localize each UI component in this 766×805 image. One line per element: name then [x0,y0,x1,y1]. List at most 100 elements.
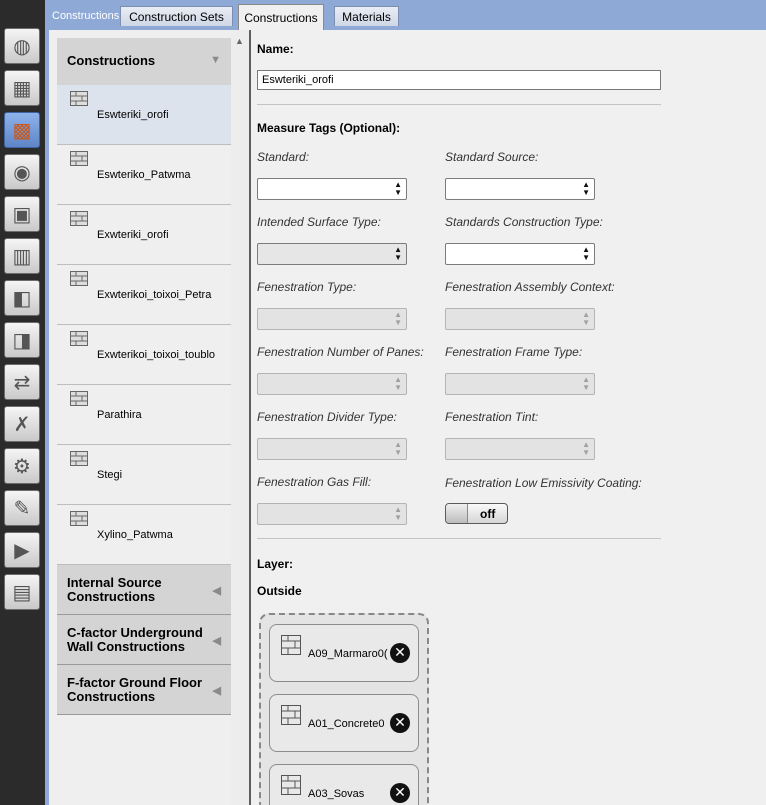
group-header-c-factor[interactable]: C-factor Underground Wall Constructions … [57,615,231,665]
fenestration-gas-fill-label: Fenestration Gas Fill: [257,475,372,489]
scroll-up-icon[interactable]: ▲ [235,36,244,46]
fenestration-divider-type-label: Fenestration Divider Type: [257,410,397,424]
material-icon [281,635,301,655]
fenestration-number-of-panes-label: Fenestration Number of Panes: [257,345,424,359]
construction-icon [70,91,88,106]
measure-tags-label: Measure Tags (Optional): [257,121,401,135]
globe-icon[interactable]: ◍ [4,28,40,64]
variables-icon[interactable]: ✗ [4,406,40,442]
standards-construction-type-label: Standards Construction Type: [445,215,603,229]
layer-label: Layer: [257,557,294,571]
chevron-left-icon[interactable]: ◀ [213,634,221,647]
group-header-label: Constructions [67,53,156,68]
header-title: Constructions [52,10,120,22]
tab-materials[interactable]: Materials [334,6,399,26]
divider [257,538,661,539]
list-item-label: Exwteriki_orofi [97,229,169,241]
toggle-knob [446,504,468,523]
fenestration-divider-type-combo: ▲ ▼ [257,438,407,460]
construction-icon [70,271,88,286]
thermal-zones-icon[interactable]: ◨ [4,322,40,358]
list-item[interactable]: Exwterikoi_toixoi_toublo [57,325,231,385]
list-item[interactable]: Stegi [57,445,231,505]
layer-card[interactable]: A01_Concrete0 ✕ [269,694,419,752]
layers-drop-zone[interactable]: A09_Marmaro0( ✕ A01_Concrete0 ✕ A03_Sova… [259,613,429,805]
group-header-internal-source[interactable]: Internal Source Constructions ◀ [57,565,231,615]
main-toolbar: ◍ ▦ ▩ ◉ ▣ ▥ ◧ ◨ ⇄ ✗ ⚙ ✎ ▶ ▤ [0,0,45,805]
list-item-label: Eswteriki_orofi [97,109,169,121]
construction-inspector: Name: Eswteriki_orofi Measure Tags (Opti… [251,30,766,805]
remove-layer-icon[interactable]: ✕ [390,783,410,803]
spinner-arrows-icon: ▲ ▼ [394,375,402,392]
spinner-arrows-icon: ▲ ▼ [582,310,590,327]
divider [257,104,661,105]
fenestration-number-of-panes-combo: ▲ ▼ [257,373,407,395]
list-item-label: Exwterikoi_toixoi_toublo [97,349,216,361]
spinner-arrows-icon: ▲ ▼ [582,245,590,262]
run-icon[interactable]: ▶ [4,532,40,568]
construction-icon [70,151,88,166]
standard-combo[interactable]: ▲ ▼ [257,178,407,200]
geometry-icon[interactable]: ◧ [4,280,40,316]
standard-source-combo[interactable]: ▲ ▼ [445,178,595,200]
intended-surface-type-combo[interactable]: ▲ ▼ [257,243,407,265]
fenestration-gas-fill-combo: ▲ ▼ [257,503,407,525]
list-item[interactable]: Exwteriki_orofi [57,205,231,265]
layer-name: A01_Concrete0 [308,718,385,730]
list-item[interactable]: Xylino_Patwma [57,505,231,565]
chevron-left-icon[interactable]: ◀ [213,684,221,697]
group-header-label: Internal Source Constructions [67,575,162,604]
list-item[interactable]: Exwterikoi_toixoi_Petra [57,265,231,325]
construction-icon [70,511,88,526]
fenestration-tint-combo: ▲ ▼ [445,438,595,460]
fenestration-frame-type-combo: ▲ ▼ [445,373,595,395]
results-icon[interactable]: ▤ [4,574,40,610]
construction-icon [70,331,88,346]
loads-icon[interactable]: ◉ [4,154,40,190]
construction-icon [70,211,88,226]
fenestration-tint-label: Fenestration Tint: [445,410,539,424]
list-item-label: Eswteriko_Patwma [97,169,191,181]
list-item[interactable]: Parathira [57,385,231,445]
list-item[interactable]: Eswteriki_orofi [57,85,231,145]
layer-name: A09_Marmaro0( [308,648,388,660]
constructions-icon[interactable]: ▩ [4,112,40,148]
spinner-arrows-icon: ▲ ▼ [394,505,402,522]
chevron-left-icon[interactable]: ◀ [213,584,221,597]
material-icon [281,775,301,795]
layer-card[interactable]: A09_Marmaro0( ✕ [269,624,419,682]
intended-surface-type-label: Intended Surface Type: [257,215,381,229]
standards-construction-type-combo[interactable]: ▲ ▼ [445,243,595,265]
remove-layer-icon[interactable]: ✕ [390,713,410,733]
low-e-coating-toggle[interactable]: off [445,503,508,524]
fenestration-type-label: Fenestration Type: [257,280,357,294]
construction-icon [70,391,88,406]
settings-icon[interactable]: ⚙ [4,448,40,484]
list-item-label: Stegi [97,469,123,481]
tab-construction-sets[interactable]: Construction Sets [120,6,233,26]
building-icon[interactable]: ▥ [4,238,40,274]
fenestration-assembly-context-combo: ▲ ▼ [445,308,595,330]
list-item[interactable]: Eswteriko_Patwma [57,145,231,205]
main-area: Constructions ▼ Eswteriki_orofi Eswterik… [49,30,766,805]
layer-card[interactable]: A03_Sovas ✕ [269,764,419,805]
outside-label: Outside [257,584,302,598]
list-scrollbar[interactable] [231,30,249,805]
list-item-label: Xylino_Patwma [97,529,173,541]
space-types-icon[interactable]: ▣ [4,196,40,232]
tab-constructions[interactable]: Constructions [238,4,324,30]
standard-source-label: Standard Source: [445,150,539,164]
name-field[interactable]: Eswteriki_orofi [257,70,661,90]
spinner-arrows-icon: ▲ ▼ [582,180,590,197]
hvac-icon[interactable]: ⇄ [4,364,40,400]
remove-layer-icon[interactable]: ✕ [390,643,410,663]
spinner-arrows-icon: ▲ ▼ [394,310,402,327]
spinner-arrows-icon: ▲ ▼ [394,245,402,262]
chevron-down-icon[interactable]: ▼ [210,54,221,66]
fenestration-type-combo: ▲ ▼ [257,308,407,330]
spinner-arrows-icon: ▲ ▼ [582,440,590,457]
group-header-f-factor[interactable]: F-factor Ground Floor Constructions ◀ [57,665,231,715]
calendar-icon[interactable]: ▦ [4,70,40,106]
toggle-state-label: off [480,507,496,521]
scripts-icon[interactable]: ✎ [4,490,40,526]
